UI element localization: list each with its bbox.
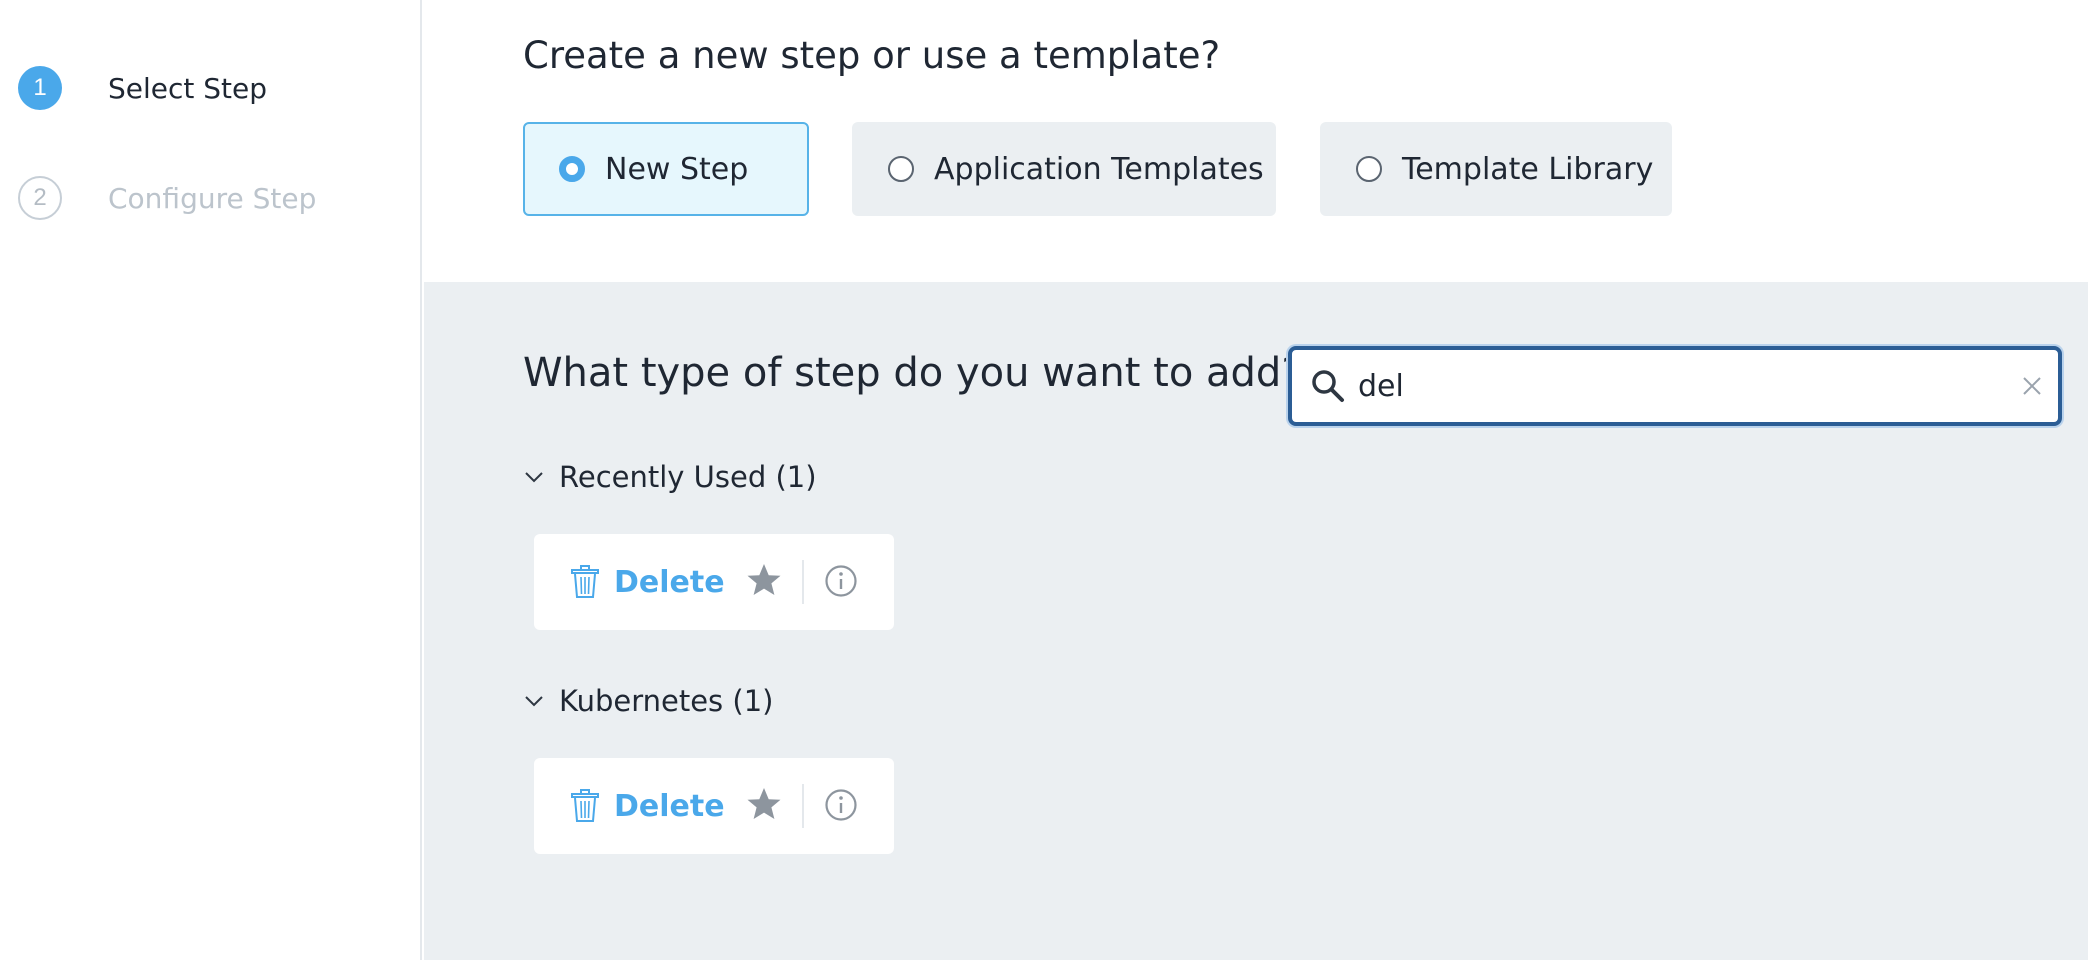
- option-template-library[interactable]: Template Library: [1320, 122, 1672, 216]
- source-selection-panel: Create a new step or use a template? New…: [424, 0, 2088, 282]
- star-icon[interactable]: [746, 786, 782, 822]
- group-title: Kubernetes (1): [559, 684, 774, 718]
- card-divider: [802, 560, 804, 604]
- trash-icon: [571, 565, 599, 598]
- step-type-panel: What type of step do you want to add? Re…: [424, 282, 2088, 960]
- search-field[interactable]: [1288, 346, 2062, 426]
- wizard-sidebar: 1 Select Step 2 Configure Step: [0, 0, 422, 960]
- wizard-step-configure[interactable]: 2 Configure Step: [18, 176, 316, 220]
- radio-unchecked-icon[interactable]: [1356, 156, 1382, 182]
- radio-unchecked-icon[interactable]: [888, 156, 914, 182]
- search-input[interactable]: [1358, 356, 1998, 416]
- search-icon: [1312, 370, 1344, 402]
- step-card-delete[interactable]: Delete: [534, 758, 894, 854]
- option-application-templates[interactable]: Application Templates: [852, 122, 1276, 216]
- option-label: Application Templates: [934, 151, 1264, 187]
- source-question: Create a new step or use a template?: [523, 34, 1221, 77]
- step-label: Configure Step: [108, 181, 317, 215]
- step-select-button[interactable]: Delete: [570, 789, 725, 824]
- group-header-recently-used[interactable]: Recently Used (1): [523, 460, 817, 494]
- info-icon[interactable]: [824, 788, 858, 822]
- group-title: Recently Used (1): [559, 460, 817, 494]
- star-icon[interactable]: [746, 562, 782, 598]
- radio-checked-icon[interactable]: [559, 156, 585, 182]
- wizard-step-select[interactable]: 1 Select Step: [18, 66, 267, 110]
- step-number-badge: 1: [18, 66, 62, 110]
- step-select-button[interactable]: Delete: [570, 565, 725, 600]
- step-type-question: What type of step do you want to add?: [523, 350, 1303, 396]
- option-label: Template Library: [1402, 151, 1654, 187]
- clear-search-icon[interactable]: [2020, 374, 2044, 398]
- step-label: Delete: [614, 564, 725, 600]
- step-number-badge: 2: [18, 176, 62, 220]
- trash-icon: [571, 789, 599, 822]
- group-header-kubernetes[interactable]: Kubernetes (1): [523, 684, 773, 718]
- option-label: New Step: [605, 151, 749, 187]
- step-label: Delete: [614, 788, 725, 824]
- step-card-delete[interactable]: Delete: [534, 534, 894, 630]
- card-divider: [802, 784, 804, 828]
- chevron-down-icon: [525, 472, 543, 483]
- chevron-down-icon: [525, 696, 543, 707]
- option-new-step[interactable]: New Step: [523, 122, 809, 216]
- info-icon[interactable]: [824, 564, 858, 598]
- step-label: Select Step: [108, 71, 268, 105]
